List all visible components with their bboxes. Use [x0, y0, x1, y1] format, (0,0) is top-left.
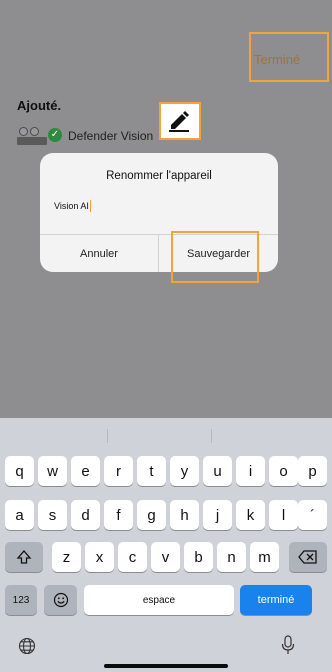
key-y[interactable]: y: [170, 456, 199, 486]
camera-icon: [30, 127, 39, 136]
key-accent[interactable]: ´: [298, 500, 327, 530]
key-v[interactable]: v: [151, 542, 180, 572]
divider: [107, 429, 108, 443]
shift-icon: [16, 550, 32, 564]
numbers-key[interactable]: 123: [5, 585, 37, 615]
return-key[interactable]: terminé: [240, 585, 312, 615]
shift-key[interactable]: [5, 542, 43, 572]
globe-icon[interactable]: [18, 637, 36, 655]
device-thumbnail: [17, 125, 51, 147]
input-value: Vision AI: [54, 201, 89, 211]
key-b[interactable]: b: [184, 542, 213, 572]
key-k[interactable]: k: [236, 500, 265, 530]
key-u[interactable]: u: [203, 456, 232, 486]
key-j[interactable]: j: [203, 500, 232, 530]
highlight-save: [171, 231, 259, 283]
microphone-icon[interactable]: [281, 635, 295, 655]
key-l[interactable]: l: [269, 500, 298, 530]
key-d[interactable]: d: [71, 500, 100, 530]
space-key[interactable]: espace: [84, 585, 234, 615]
key-s[interactable]: s: [38, 500, 67, 530]
dialog-title: Renommer l'appareil: [106, 170, 212, 182]
key-n[interactable]: n: [217, 542, 246, 572]
prediction-bar: [0, 418, 332, 454]
home-indicator: [104, 664, 228, 668]
device-name: Defender Vision: [68, 129, 154, 143]
check-icon: ✓: [48, 128, 62, 142]
key-o[interactable]: o: [269, 456, 298, 486]
emoji-icon: [53, 592, 68, 608]
emoji-key[interactable]: [44, 585, 77, 615]
key-e[interactable]: e: [71, 456, 100, 486]
camera-icon: [19, 127, 28, 136]
key-m[interactable]: m: [250, 542, 279, 572]
pencil-icon: [169, 111, 189, 132]
text-caret: [89, 200, 92, 212]
key-w[interactable]: w: [38, 456, 67, 486]
key-r[interactable]: r: [104, 456, 133, 486]
device-name-input[interactable]: Vision AI: [54, 200, 92, 212]
key-p[interactable]: p: [298, 456, 327, 486]
key-i[interactable]: i: [236, 456, 265, 486]
device-row[interactable]: [17, 126, 51, 146]
keyboard: q w e r t y u i o p a s d f g h j k l ´ …: [0, 418, 332, 672]
section-title: Ajouté.: [17, 98, 62, 113]
key-f[interactable]: f: [104, 500, 133, 530]
key-x[interactable]: x: [85, 542, 114, 572]
key-h[interactable]: h: [170, 500, 199, 530]
divider: [211, 429, 212, 443]
highlight-done: [249, 32, 329, 82]
key-t[interactable]: t: [137, 456, 166, 486]
key-c[interactable]: c: [118, 542, 147, 572]
key-z[interactable]: z: [52, 542, 81, 572]
backspace-icon: [298, 550, 317, 564]
key-a[interactable]: a: [5, 500, 34, 530]
recorder-icon: [17, 137, 47, 145]
backspace-key[interactable]: [289, 542, 327, 572]
key-q[interactable]: q: [5, 456, 34, 486]
key-g[interactable]: g: [137, 500, 166, 530]
cancel-button[interactable]: Annuler: [40, 235, 158, 272]
